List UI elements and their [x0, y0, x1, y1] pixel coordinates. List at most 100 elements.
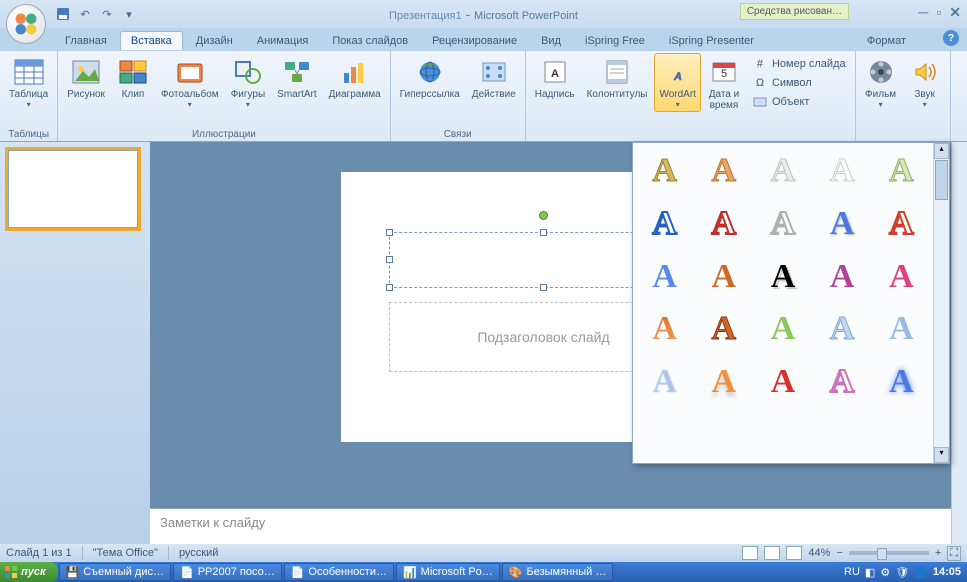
- shapes-button[interactable]: Фигуры ▾: [226, 53, 270, 112]
- wordart-style[interactable]: A: [694, 145, 753, 198]
- wordart-style[interactable]: A: [753, 303, 812, 356]
- wordart-style[interactable]: A: [753, 250, 812, 303]
- object-button[interactable]: Объект: [749, 93, 849, 111]
- clock[interactable]: 14:05: [933, 566, 961, 578]
- wordart-style[interactable]: A: [635, 250, 694, 303]
- resize-handle[interactable]: [386, 284, 393, 291]
- photoalbum-button[interactable]: Фотоальбом ▾: [156, 53, 224, 112]
- resize-handle[interactable]: [386, 256, 393, 263]
- resize-handle[interactable]: [386, 229, 393, 236]
- headerfooter-button[interactable]: Колонтитулы: [582, 53, 653, 103]
- wordart-style[interactable]: A: [872, 356, 931, 409]
- slideshow-view-button[interactable]: [786, 546, 802, 560]
- tray-icon[interactable]: 🛡: [895, 566, 909, 579]
- scroll-up-icon[interactable]: ▴: [934, 143, 949, 159]
- office-button[interactable]: [6, 4, 46, 44]
- resize-handle[interactable]: [540, 284, 547, 291]
- save-icon[interactable]: [54, 5, 72, 23]
- movie-button[interactable]: Фильм ▾: [860, 53, 902, 112]
- chart-button[interactable]: Диаграмма: [324, 53, 386, 103]
- notes-pane[interactable]: Заметки к слайду: [150, 508, 951, 544]
- wordart-style[interactable]: A: [813, 250, 872, 303]
- wordart-style[interactable]: A: [813, 145, 872, 198]
- wordart-style[interactable]: A: [635, 356, 694, 409]
- tab-home[interactable]: Главная: [54, 31, 118, 50]
- wordart-style[interactable]: A: [872, 303, 931, 356]
- zoom-in-button[interactable]: +: [935, 547, 941, 559]
- wordart-style[interactable]: A: [813, 356, 872, 409]
- tab-view[interactable]: Вид: [530, 31, 572, 50]
- wordart-style[interactable]: A: [872, 145, 931, 198]
- datetime-button[interactable]: 5 Дата и время: [703, 53, 745, 114]
- vertical-scrollbar[interactable]: [951, 142, 967, 544]
- tray-icon[interactable]: ◧: [865, 566, 875, 579]
- window-title: Презентация1 - Microsoft PowerPoint: [389, 6, 578, 22]
- wordart-style[interactable]: A: [635, 198, 694, 251]
- tab-insert[interactable]: Вставка: [120, 31, 183, 50]
- table-button[interactable]: Таблица ▾: [4, 53, 53, 112]
- language[interactable]: русский: [179, 547, 218, 559]
- tab-design[interactable]: Дизайн: [185, 31, 244, 50]
- sorter-view-button[interactable]: [764, 546, 780, 560]
- undo-icon[interactable]: ↶: [76, 5, 94, 23]
- qat-dropdown-icon[interactable]: ▾: [120, 5, 138, 23]
- gallery-scrollbar[interactable]: ▴ ▾: [933, 143, 949, 463]
- picture-button[interactable]: Рисунок: [62, 53, 110, 103]
- contextual-tab-drawing[interactable]: Средства рисован…: [740, 3, 849, 20]
- slide-thumbnail[interactable]: [8, 150, 138, 228]
- wordart-style[interactable]: [635, 408, 931, 461]
- slide-panel[interactable]: [0, 142, 150, 544]
- tab-ispring-free[interactable]: iSpring Free: [574, 31, 656, 50]
- minimize-icon[interactable]: ─: [918, 4, 928, 21]
- wordart-style[interactable]: A: [694, 356, 753, 409]
- wordart-style[interactable]: A: [813, 198, 872, 251]
- tab-slideshow[interactable]: Показ слайдов: [321, 31, 419, 50]
- rotate-handle[interactable]: [539, 211, 548, 220]
- tab-format[interactable]: Формат: [856, 31, 917, 50]
- close-icon[interactable]: ✕: [949, 4, 961, 21]
- hyperlink-button[interactable]: Гиперссылка: [395, 53, 465, 103]
- fit-button[interactable]: ⛶: [947, 546, 961, 561]
- clip-button[interactable]: Клип: [112, 53, 154, 103]
- wordart-style[interactable]: A: [753, 145, 812, 198]
- zoom-value[interactable]: 44%: [808, 547, 830, 559]
- sound-button[interactable]: Звук ▾: [904, 53, 946, 112]
- taskbar-item[interactable]: 📄PP2007 посо…: [173, 563, 282, 581]
- tray-icon[interactable]: 👤: [914, 566, 928, 579]
- wordart-button[interactable]: A WordArt ▾: [654, 53, 701, 112]
- textbox-button[interactable]: A Надпись: [530, 53, 580, 103]
- taskbar-item[interactable]: 📄Особенности…: [284, 563, 394, 581]
- wordart-style[interactable]: A: [694, 198, 753, 251]
- normal-view-button[interactable]: [742, 546, 758, 560]
- symbol-button[interactable]: ΩСимвол: [749, 74, 849, 92]
- taskbar-item[interactable]: 💾Съемный дис…: [59, 563, 171, 581]
- wordart-style[interactable]: A: [694, 250, 753, 303]
- wordart-style[interactable]: A: [753, 198, 812, 251]
- wordart-style[interactable]: A: [872, 198, 931, 251]
- tray-icon[interactable]: ⚙: [880, 566, 890, 579]
- action-button[interactable]: Действие: [467, 53, 521, 103]
- help-icon[interactable]: ?: [943, 30, 959, 46]
- zoom-out-button[interactable]: −: [836, 547, 842, 559]
- taskbar-item[interactable]: 📊Microsoft Po…: [396, 563, 500, 581]
- wordart-style[interactable]: A: [813, 303, 872, 356]
- wordart-style[interactable]: A: [694, 303, 753, 356]
- wordart-style[interactable]: A: [635, 303, 694, 356]
- language-indicator[interactable]: RU: [844, 566, 860, 578]
- wordart-style[interactable]: A: [635, 145, 694, 198]
- restore-icon[interactable]: ▫: [936, 4, 941, 21]
- tab-review[interactable]: Рецензирование: [421, 31, 528, 50]
- taskbar-item[interactable]: 🎨Безымянный …: [502, 563, 614, 581]
- smartart-button[interactable]: SmartArt: [272, 53, 321, 103]
- zoom-slider[interactable]: [849, 551, 929, 555]
- redo-icon[interactable]: ↷: [98, 5, 116, 23]
- start-button[interactable]: пуск: [0, 562, 58, 582]
- resize-handle[interactable]: [540, 229, 547, 236]
- tab-animation[interactable]: Анимация: [246, 31, 320, 50]
- wordart-style[interactable]: A: [753, 356, 812, 409]
- tab-ispring-presenter[interactable]: iSpring Presenter: [658, 31, 765, 50]
- scroll-down-icon[interactable]: ▾: [934, 447, 949, 463]
- slidenumber-button[interactable]: #Номер слайда: [749, 55, 849, 73]
- scroll-thumb[interactable]: [935, 160, 948, 200]
- wordart-style[interactable]: A: [872, 250, 931, 303]
